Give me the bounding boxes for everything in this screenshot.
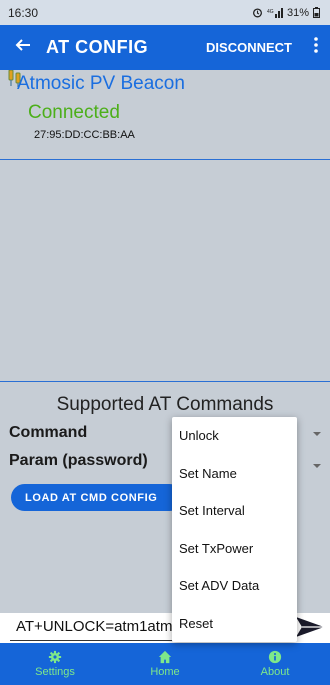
- more-vert-icon: [314, 37, 318, 53]
- status-indicators: 4G 31%: [252, 7, 320, 19]
- nav-settings-label: Settings: [35, 666, 75, 678]
- menu-item-set-txpower[interactable]: Set TxPower: [172, 530, 297, 568]
- menu-item-set-adv-data[interactable]: Set ADV Data: [172, 567, 297, 605]
- device-mac-address: 27:95:DD:CC:BB:AA: [34, 129, 135, 141]
- overflow-menu-button[interactable]: [306, 37, 326, 58]
- svg-text:4G: 4G: [267, 9, 274, 15]
- menu-item-set-interval[interactable]: Set Interval: [172, 492, 297, 530]
- battery-percent: 31%: [286, 6, 309, 19]
- device-name: Atmosic PV Beacon: [17, 73, 185, 94]
- info-icon: [268, 650, 282, 664]
- nav-home-label: Home: [150, 666, 180, 678]
- alarm-icon: [252, 8, 262, 18]
- menu-item-reset[interactable]: Reset: [172, 605, 297, 643]
- section-divider: [0, 381, 330, 382]
- home-icon: [158, 650, 172, 664]
- device-info: Atmosic PV Beacon Connected 27:95:DD:CC:…: [0, 70, 330, 160]
- gear-icon: [48, 650, 62, 664]
- back-arrow-icon: [15, 39, 30, 51]
- status-bar: 16:30 4G 31%: [0, 0, 330, 25]
- battery-icon: [313, 7, 320, 18]
- send-icon[interactable]: [295, 616, 325, 638]
- param-label: Param (password): [9, 452, 148, 469]
- nav-home[interactable]: Home: [110, 643, 220, 685]
- nav-settings[interactable]: Settings: [0, 643, 110, 685]
- bottom-navigation: Settings Home About: [0, 643, 330, 685]
- nav-about[interactable]: About: [220, 643, 330, 685]
- menu-item-set-name[interactable]: Set Name: [172, 455, 297, 493]
- connection-status: Connected: [28, 102, 120, 123]
- signal-icon: 4G: [267, 8, 283, 18]
- disconnect-button[interactable]: DISCONNECT: [206, 40, 292, 55]
- app-bar: AT CONFIG DISCONNECT: [0, 25, 330, 70]
- param-dropdown-arrow-icon[interactable]: [313, 464, 321, 468]
- menu-item-unlock[interactable]: Unlock: [172, 417, 297, 455]
- status-time: 16:30: [8, 5, 39, 20]
- load-at-cmd-config-button[interactable]: LOAD AT CMD CONFIG: [11, 484, 183, 511]
- command-dropdown-arrow-icon[interactable]: [313, 432, 321, 436]
- nav-about-label: About: [260, 666, 290, 678]
- command-label: Command: [9, 424, 88, 441]
- page-title: AT CONFIG: [46, 37, 149, 57]
- section-title: Supported AT Commands: [56, 394, 274, 415]
- back-button[interactable]: [0, 36, 46, 59]
- command-dropdown-menu: Unlock Set Name Set Interval Set TxPower…: [172, 417, 297, 642]
